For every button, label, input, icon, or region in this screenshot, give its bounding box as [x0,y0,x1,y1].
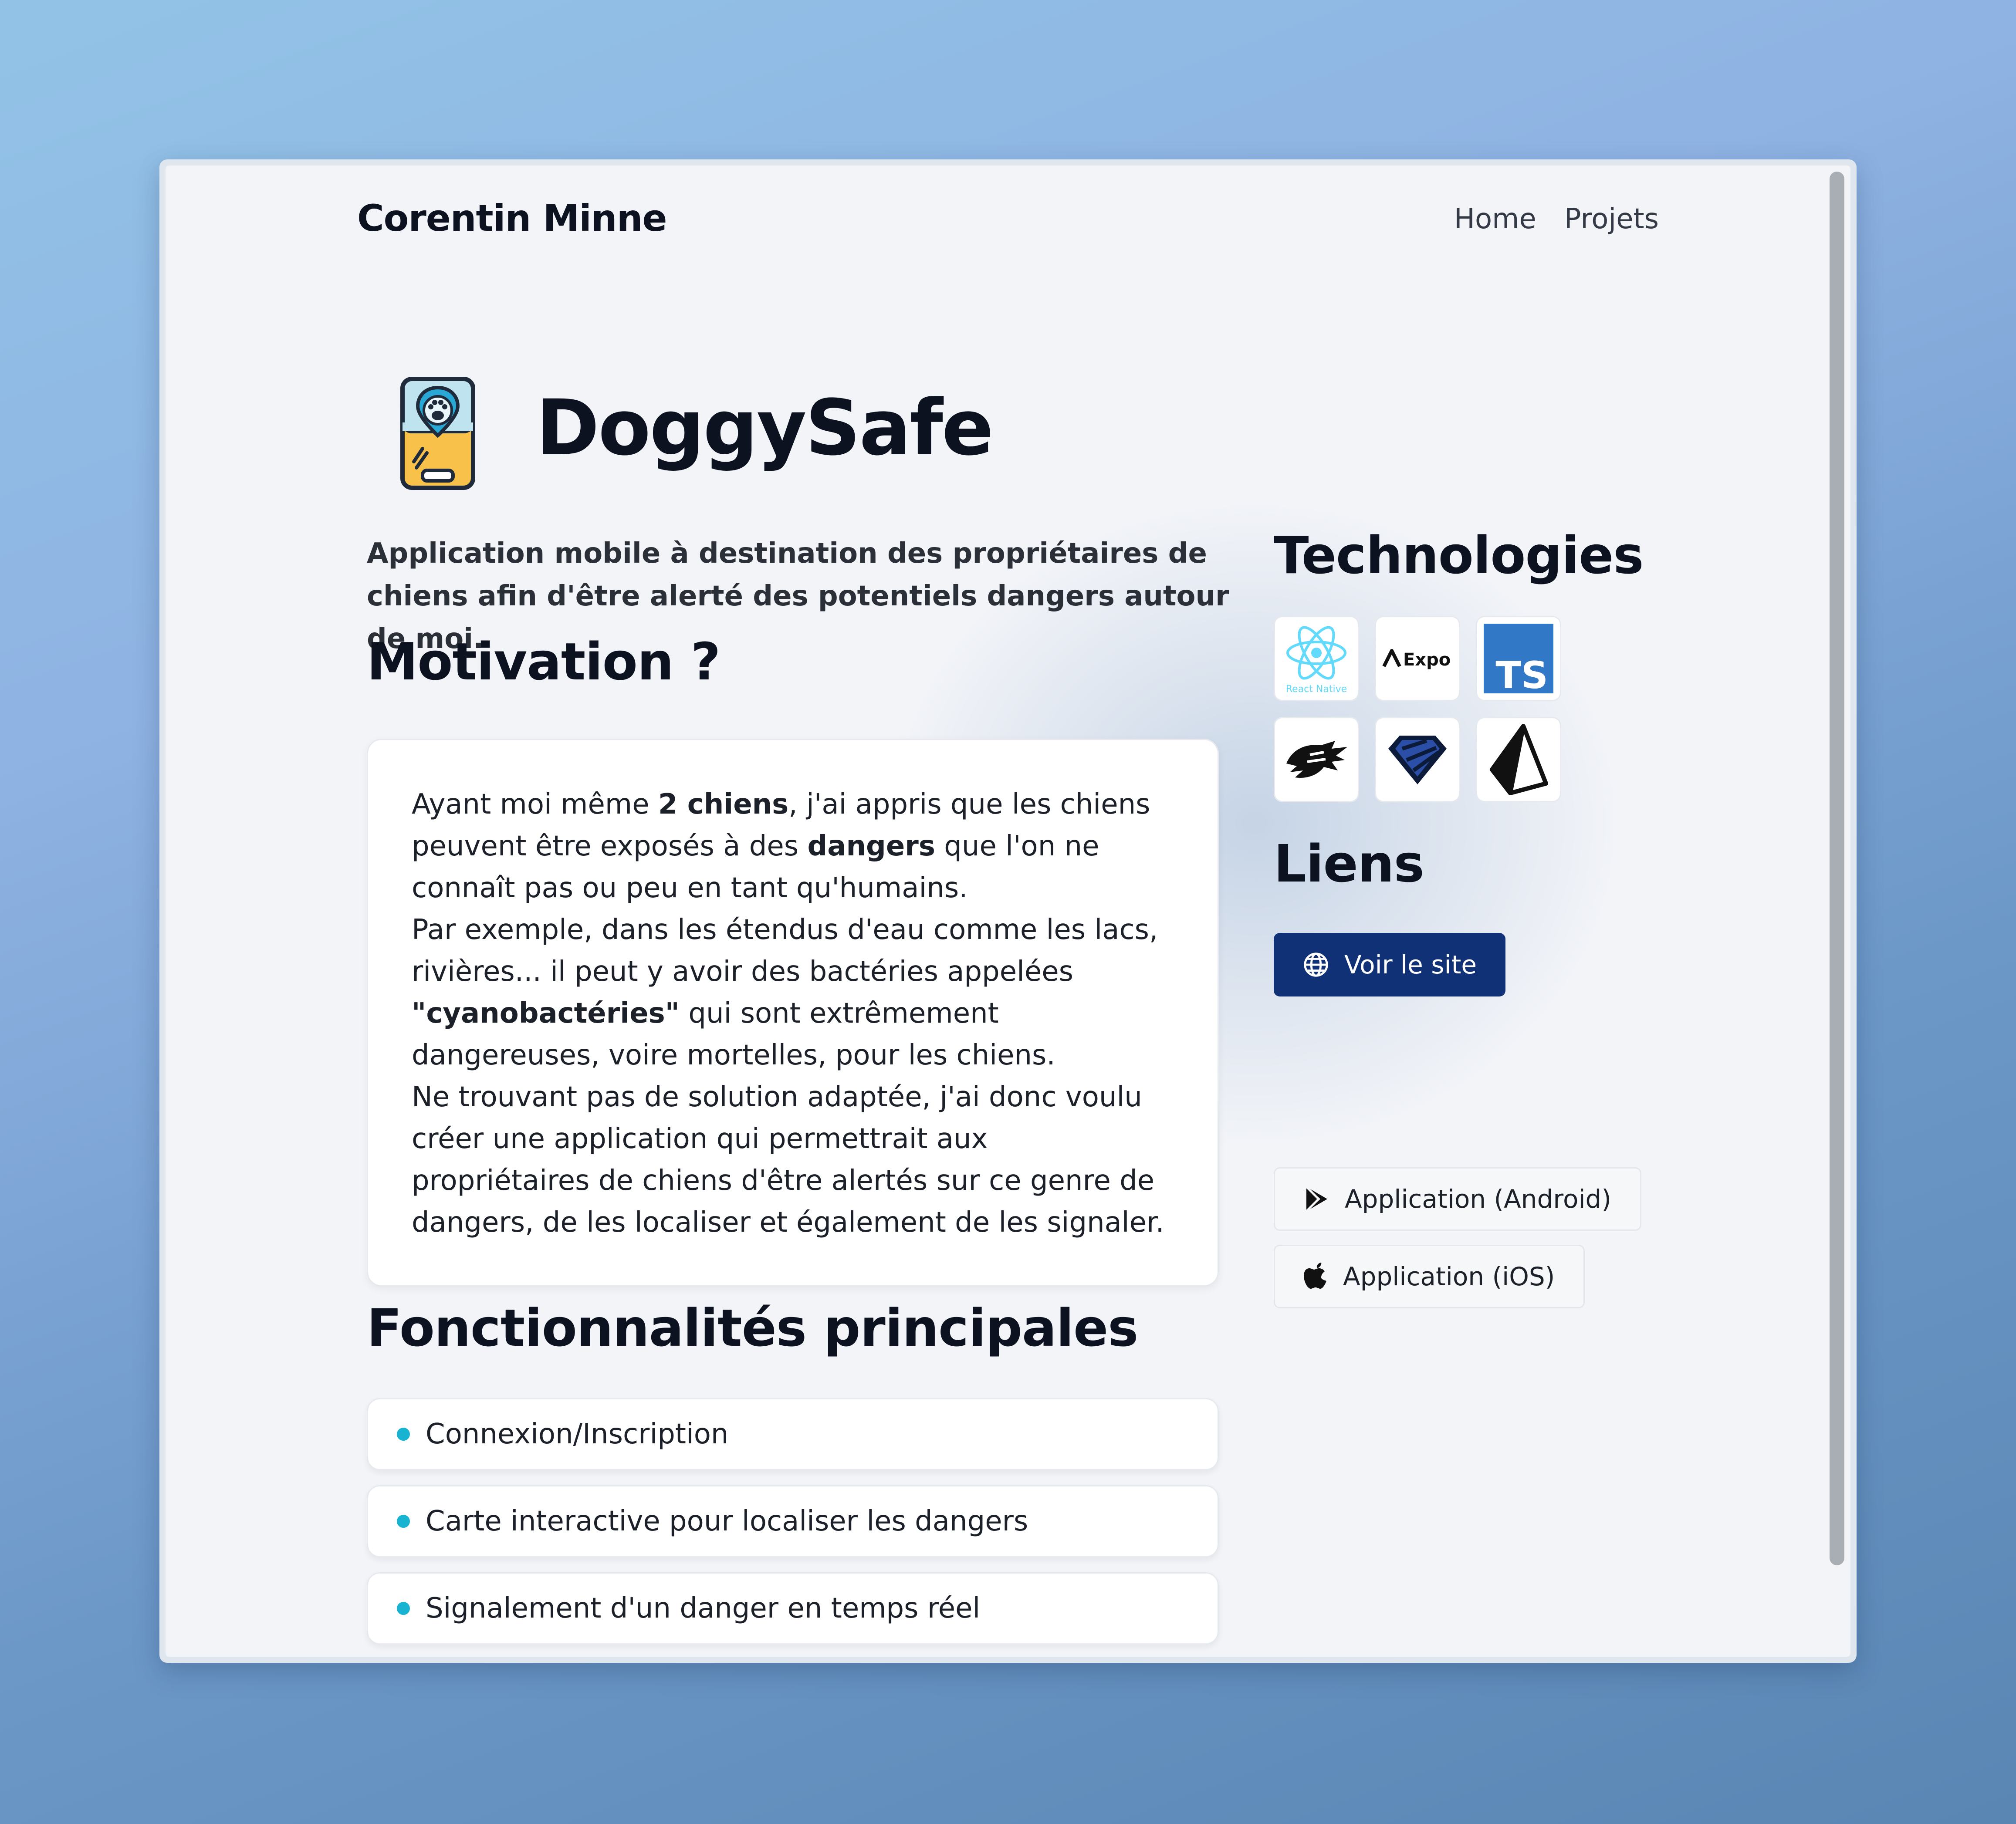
main-nav: Home Projets [1454,203,1659,235]
motivation-paragraph-1: Ayant moi même 2 chiens, j'ai appris que… [412,788,1150,904]
react-native-icon: React Native [1274,616,1359,701]
expo-icon: Expo [1375,616,1460,701]
motivation-heading: Motivation ? [367,632,720,692]
typescript-icon: TS [1476,616,1561,701]
bullet-dot [397,1515,410,1528]
browser-window: Corentin Minne Home Projets DoggySafe Ap… [159,159,1857,1663]
view-site-label: Voir le site [1344,950,1477,980]
ios-app-button[interactable]: Application (iOS) [1274,1245,1585,1308]
feature-label: Signalement d'un danger en temps réel [426,1592,981,1625]
technologies-heading: Technologies [1274,525,1644,585]
view-site-button[interactable]: Voir le site [1274,933,1506,996]
globe-icon [1302,951,1329,978]
motivation-card: Ayant moi même 2 chiens, j'ai appris que… [367,739,1219,1287]
feature-label: Carte interactive pour localiser les dan… [426,1505,1028,1537]
svg-text:Expo: Expo [1403,650,1451,670]
nav-projects-link[interactable]: Projets [1564,203,1659,235]
ios-app-label: Application (iOS) [1343,1262,1555,1291]
vertical-scrollbar[interactable] [1830,172,1844,1565]
motivation-paragraph-3: Ne trouvant pas de solution adaptée, j'a… [412,1081,1164,1239]
page-viewport: Corentin Minne Home Projets DoggySafe Ap… [166,166,1850,1657]
prisma-icon [1476,717,1561,802]
diamond-icon [1375,717,1460,802]
features-heading: Fonctionnalités principales [367,1298,1138,1358]
phone-paw-location-icon [400,377,475,490]
project-title: DoggySafe [536,383,994,473]
bullet-dot [397,1428,410,1441]
apple-icon [1304,1263,1328,1290]
android-app-label: Application (Android) [1345,1184,1612,1214]
feature-item: Carte interactive pour localiser les dan… [367,1485,1219,1557]
links-heading: Liens [1274,834,1424,894]
svg-text:TS: TS [1495,654,1548,693]
feature-label: Connexion/Inscription [426,1418,729,1450]
technologies-grid: React Native Expo TS [1274,616,1561,802]
feature-item: Connexion/Inscription [367,1398,1219,1470]
site-brand[interactable]: Corentin Minne [357,197,667,240]
bullet-dot [397,1602,410,1615]
nav-home-link[interactable]: Home [1454,203,1536,235]
panther-icon [1274,717,1359,802]
svg-text:React Native: React Native [1286,684,1347,695]
play-store-icon [1304,1185,1330,1213]
feature-item: Signalement d'un danger en temps réel [367,1572,1219,1645]
motivation-paragraph-2: Par exemple, dans les étendus d'eau comm… [412,914,1158,1071]
android-app-button[interactable]: Application (Android) [1274,1167,1642,1231]
